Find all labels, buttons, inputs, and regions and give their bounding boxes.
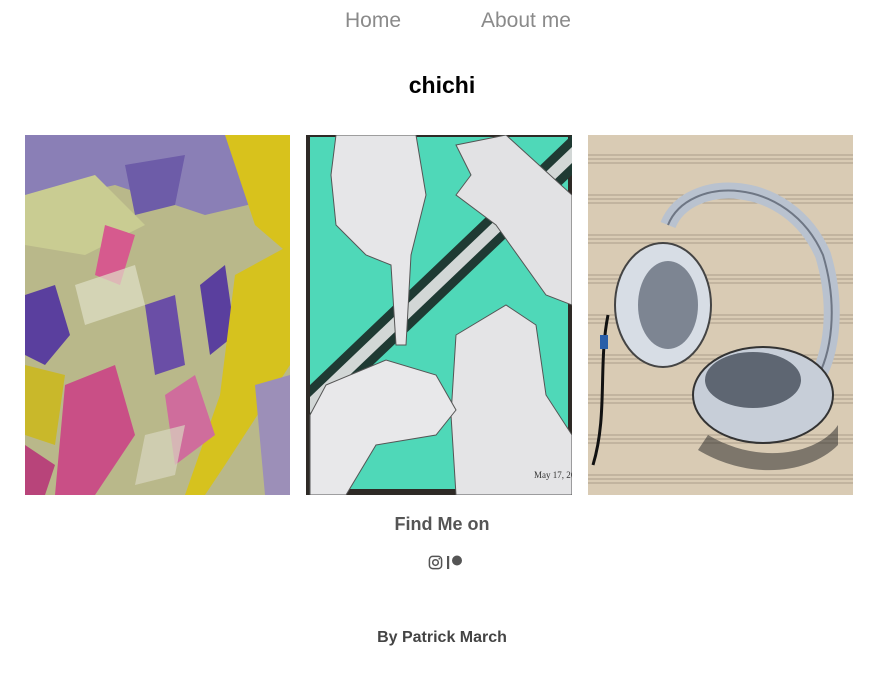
artwork-hand-sign-drawing[interactable]: May 17, 2015 [306,135,572,495]
nav-about-link[interactable]: About me [481,9,571,33]
nav-home-link[interactable]: Home [345,9,401,33]
headphones-drawing-image [588,135,853,495]
find-me-heading: Find Me on [394,514,490,534]
site-title: chichi [408,72,476,98]
artwork-abstract-painting[interactable] [25,135,290,495]
instagram-icon[interactable] [428,555,443,570]
hand-sign-drawing-image: May 17, 2015 [306,135,572,495]
patreon-icon[interactable] [446,554,464,570]
abstract-painting-image [25,135,290,495]
social-links [428,554,468,574]
artwork-headphones-drawing[interactable] [588,135,853,495]
artwork-gallery: May 17, 2015 [25,135,853,495]
artwork-signature: May 17, 2015 [534,470,572,480]
footer-byline: By Patrick March [377,629,507,646]
top-navigation: Home About me [0,9,884,39]
